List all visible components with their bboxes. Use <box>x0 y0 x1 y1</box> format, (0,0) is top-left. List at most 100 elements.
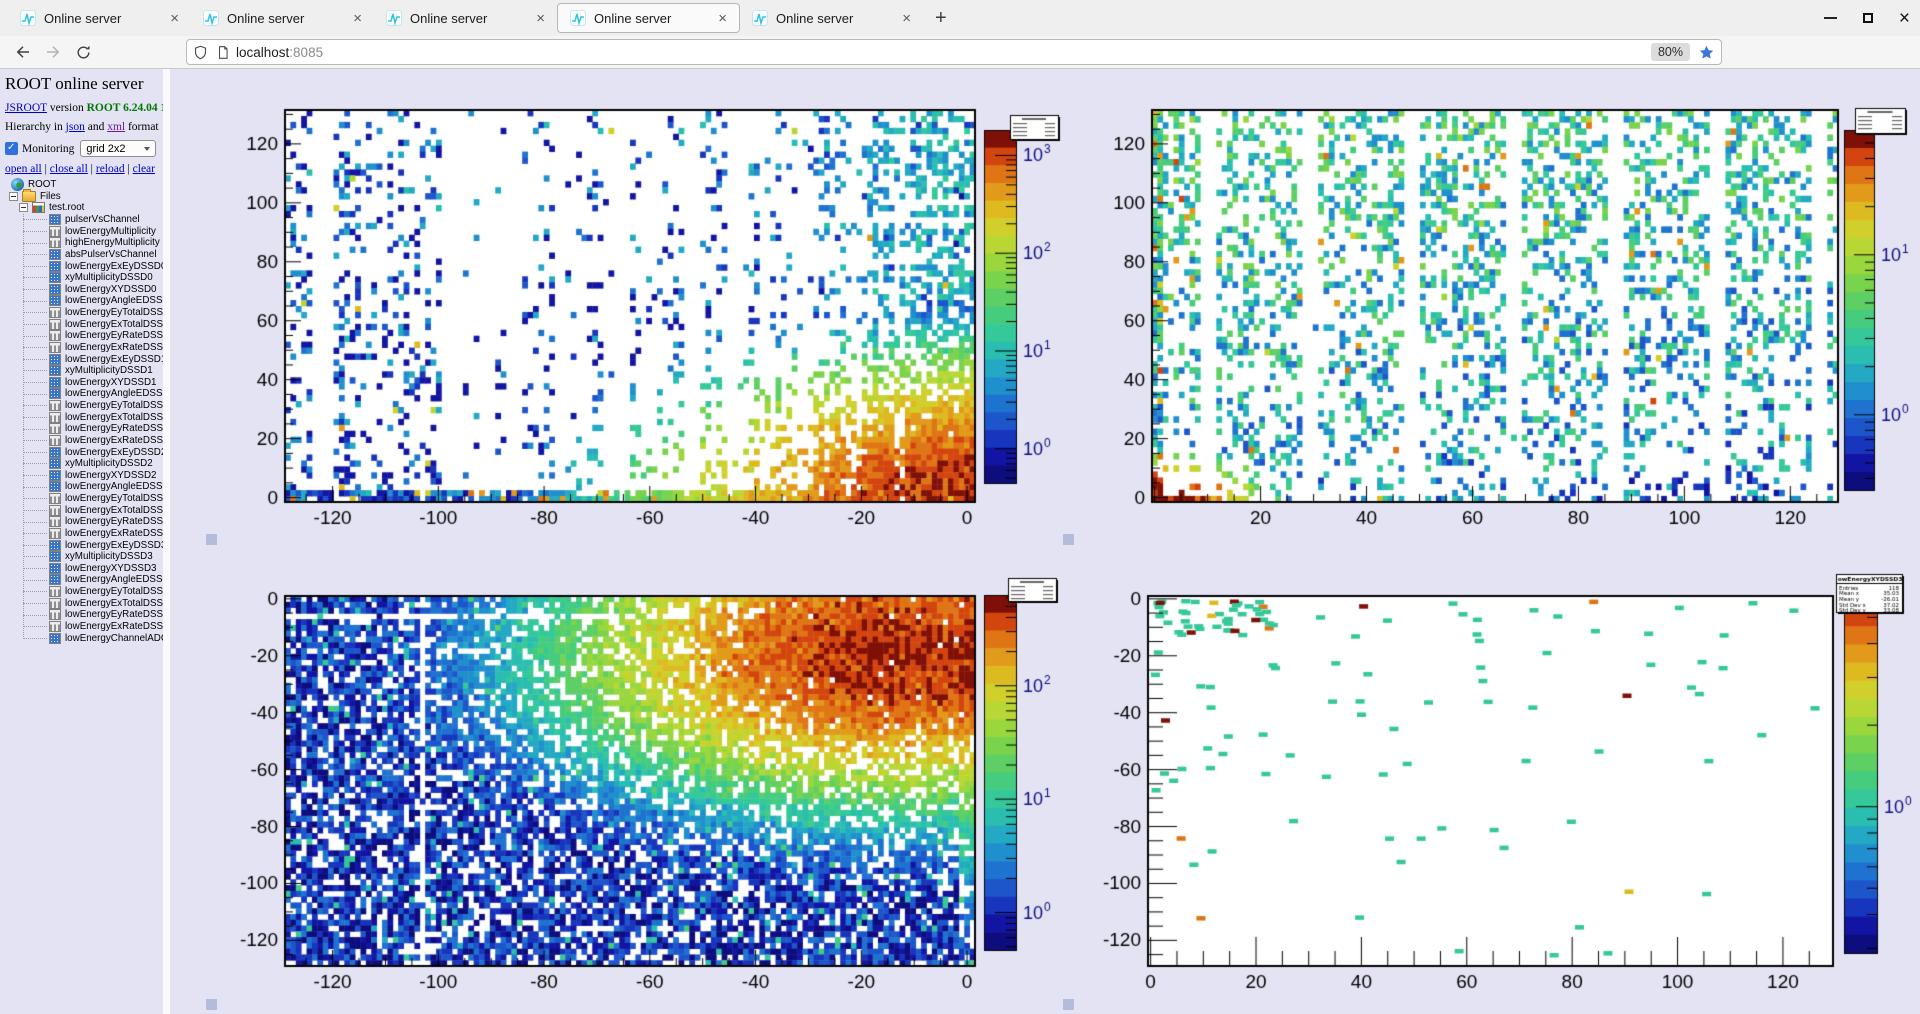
browser-tab[interactable]: Online server× <box>374 3 557 33</box>
action-open-all[interactable]: open all <box>5 163 42 175</box>
hist2d-icon <box>49 551 61 562</box>
zoom-level-badge[interactable]: 80% <box>1651 43 1690 61</box>
tree-files[interactable]: Files <box>5 191 163 203</box>
chevron-down-icon <box>144 147 150 151</box>
action-close-all[interactable]: close all <box>50 163 88 175</box>
tree-item[interactable]: xyMultiplicityDSSD2 <box>5 458 163 470</box>
grid-separator-handle[interactable] <box>206 534 217 545</box>
hist2d-icon <box>49 633 61 644</box>
back-arrow-icon <box>14 43 32 61</box>
tree-item[interactable]: lowEnergyEyRateDSSD0 <box>5 330 163 342</box>
plot-panel-4[interactable] <box>1068 541 1920 1014</box>
window-maximize-button[interactable] <box>1863 13 1873 23</box>
tree-item[interactable]: lowEnergyXYDSSD1 <box>5 377 163 389</box>
tree-item[interactable]: lowEnergyEyRateDSSD1 <box>5 423 163 435</box>
tree-item[interactable]: lowEnergyEyTotalDSSD2 <box>5 493 163 505</box>
tree-item[interactable]: lowEnergyExEyDSSD0 <box>5 260 163 272</box>
tree-item[interactable]: lowEnergyEyTotalDSSD3 <box>5 586 163 598</box>
tree-item[interactable]: highEnergyMultiplicity <box>5 237 163 249</box>
hist2d-icon <box>49 458 61 469</box>
tree-item[interactable]: lowEnergyExRateDSSD0 <box>5 342 163 354</box>
tab-close-icon[interactable]: × <box>532 10 549 27</box>
tree-item[interactable]: lowEnergyEyRateDSSD2 <box>5 516 163 528</box>
hist2d-icon <box>49 540 61 551</box>
tree-item[interactable]: lowEnergyExRateDSSD3 <box>5 621 163 633</box>
hist2d-icon <box>49 470 61 481</box>
hist2d-icon <box>49 377 61 388</box>
tab-close-icon[interactable]: × <box>166 10 183 27</box>
layout-select[interactable]: grid 2x2 <box>80 140 156 157</box>
tree-item[interactable]: lowEnergyXYDSSD2 <box>5 470 163 482</box>
tree-item[interactable]: xyMultiplicityDSSD3 <box>5 551 163 563</box>
hierarchy-line: Hierarchy in json and xml format <box>5 121 163 133</box>
tree-item[interactable]: lowEnergyExTotalDSSD1 <box>5 411 163 423</box>
tree-item[interactable]: absPulserVsChannel <box>5 249 163 261</box>
tree-item[interactable]: lowEnergyExEyDSSD1 <box>5 353 163 365</box>
new-tab-button[interactable]: + <box>923 7 959 30</box>
window-minimize-button[interactable] <box>1824 17 1837 19</box>
tree-file-testroot[interactable]: test.root <box>5 202 163 214</box>
bookmark-star-icon[interactable] <box>1698 44 1715 61</box>
tree-item[interactable]: lowEnergyExTotalDSSD0 <box>5 318 163 330</box>
tree-item[interactable]: lowEnergyMultiplicity <box>5 225 163 237</box>
tree-item[interactable]: lowEnergyExTotalDSSD2 <box>5 504 163 516</box>
json-link[interactable]: json <box>66 121 85 133</box>
back-button[interactable] <box>8 39 38 65</box>
jsroot-link[interactable]: JSROOT <box>5 102 47 114</box>
tree-item[interactable]: lowEnergyEyTotalDSSD0 <box>5 307 163 319</box>
tab-close-icon[interactable]: × <box>898 10 915 27</box>
plot-panel-3[interactable] <box>170 541 1068 1014</box>
tree-item[interactable]: lowEnergyAngleEDSSD3 <box>5 574 163 586</box>
browser-tab[interactable]: Online server× <box>8 3 191 33</box>
browser-tab[interactable]: Online server× <box>740 3 923 33</box>
tree-item[interactable]: lowEnergyAngleEDSSD0 <box>5 295 163 307</box>
grid-separator-handle[interactable] <box>1063 999 1074 1010</box>
collapse-expander-icon[interactable] <box>9 192 18 201</box>
grid-separator-handle[interactable] <box>206 999 217 1010</box>
tree-item[interactable]: xyMultiplicityDSSD0 <box>5 272 163 284</box>
tree-item[interactable]: lowEnergyAngleEDSSD2 <box>5 481 163 493</box>
version-line: JSROOT version ROOT 6.24.04 13/07/2 <box>5 102 163 114</box>
tab-close-icon[interactable]: × <box>714 10 731 27</box>
plot-panel-1[interactable] <box>170 69 1068 539</box>
hist2d-icon <box>49 447 61 458</box>
tree-item[interactable]: lowEnergyAngleEDSSD1 <box>5 388 163 400</box>
tree-item[interactable]: lowEnergyChannelADC <box>5 632 163 644</box>
plot-panel-2[interactable] <box>1068 69 1920 539</box>
monitoring-checkbox[interactable] <box>5 142 18 155</box>
root-version: ROOT 6.24.04 13/07/2 <box>87 102 163 114</box>
action-reload[interactable]: reload <box>96 163 125 175</box>
tree-item[interactable]: lowEnergyEyTotalDSSD1 <box>5 400 163 412</box>
collapse-expander-icon[interactable] <box>19 203 28 212</box>
hist1d-icon <box>49 493 61 504</box>
tree-item[interactable]: lowEnergyExTotalDSSD3 <box>5 597 163 609</box>
hist1d-icon <box>49 435 61 446</box>
tree-item[interactable]: lowEnergyXYDSSD0 <box>5 284 163 296</box>
tree-item[interactable]: lowEnergyEyRateDSSD3 <box>5 609 163 621</box>
tab-strip: Online server×Online server×Online serve… <box>8 0 923 36</box>
tab-close-icon[interactable]: × <box>349 10 366 27</box>
xml-link[interactable]: xml <box>107 121 125 133</box>
tree-item[interactable]: lowEnergyXYDSSD3 <box>5 563 163 575</box>
sidebar-divider[interactable] <box>163 69 170 1014</box>
tree-item[interactable]: xyMultiplicityDSSD1 <box>5 365 163 377</box>
action-clear[interactable]: clear <box>133 163 155 175</box>
hist1d-icon <box>49 226 61 237</box>
url-text: localhost:8085 <box>236 45 323 60</box>
browser-tab[interactable]: Online server× <box>191 3 374 33</box>
url-bar[interactable]: localhost:8085 80% <box>186 39 1722 65</box>
tree-item[interactable]: pulserVsChannel <box>5 214 163 226</box>
tree-item[interactable]: lowEnergyExEyDSSD2 <box>5 446 163 458</box>
hist2d-icon <box>49 214 61 225</box>
tree-item[interactable]: lowEnergyExRateDSSD1 <box>5 435 163 447</box>
grid-separator-handle[interactable] <box>1063 534 1074 545</box>
window-close-button[interactable]: × <box>1899 9 1910 28</box>
tree-item[interactable]: lowEnergyExRateDSSD2 <box>5 528 163 540</box>
tree-item[interactable]: lowEnergyExEyDSSD3 <box>5 539 163 551</box>
root-file-icon <box>32 202 45 213</box>
forward-button[interactable] <box>38 39 68 65</box>
browser-tab[interactable]: Online server× <box>557 3 740 33</box>
hist2d-icon <box>49 295 61 306</box>
hist1d-icon <box>49 412 61 423</box>
reload-button[interactable] <box>68 39 98 65</box>
